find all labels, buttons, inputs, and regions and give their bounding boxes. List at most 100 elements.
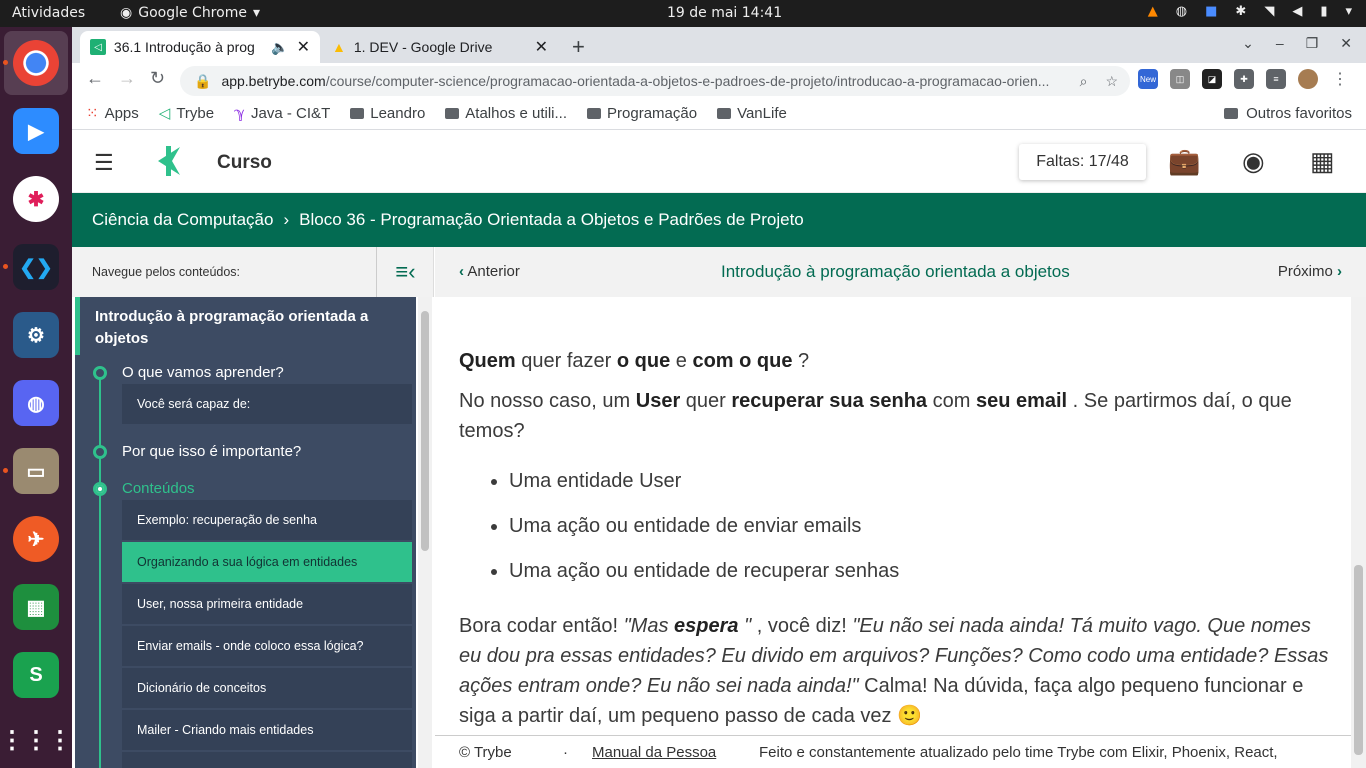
other-bookmarks[interactable]: Outros favoritos bbox=[1224, 105, 1352, 122]
battery-icon[interactable]: ▮ bbox=[1320, 4, 1327, 19]
folder-icon bbox=[587, 107, 602, 119]
close-window-icon[interactable]: ✕ bbox=[1340, 35, 1352, 52]
bookmark-trybe[interactable]: ◁ Trybe bbox=[159, 104, 214, 123]
address-bar[interactable]: 🔒 app.betrybe.com/course/computer-scienc… bbox=[180, 66, 1130, 96]
slack-dock-icon[interactable]: ✱ bbox=[13, 176, 59, 222]
sidebar-section-conteudos[interactable]: Conteúdos bbox=[122, 480, 195, 497]
sidebar-item[interactable]: Você será capaz de: bbox=[122, 384, 412, 424]
breadcrumb-block-36[interactable]: Bloco 36 - Programação Orientada a Objet… bbox=[299, 210, 804, 230]
forward-icon[interactable]: → bbox=[118, 68, 136, 89]
tab-search-icon[interactable]: ⌄ bbox=[1242, 35, 1254, 52]
apps-grid-icon[interactable]: ▦ bbox=[1310, 146, 1335, 177]
discord-dock-icon[interactable]: ◍ bbox=[13, 380, 59, 426]
sidebar-item-partial[interactable] bbox=[122, 752, 412, 768]
system-tray[interactable]: ▲ ◍ ■ ✱ ◥ ◀ ▮ ▾ bbox=[1148, 4, 1352, 19]
discord-tray-icon[interactable]: ◍ bbox=[1176, 4, 1187, 19]
url-path: /course/computer-science/programacao-ori… bbox=[325, 73, 1050, 89]
next-button[interactable]: Próximo › bbox=[1278, 263, 1342, 280]
mysql-workbench-dock-icon[interactable]: ⚙ bbox=[13, 312, 59, 358]
close-tab-icon[interactable]: ✕ bbox=[297, 37, 310, 57]
breadcrumb-computer-science[interactable]: Ciência da Computação bbox=[92, 210, 273, 230]
manual-link[interactable]: Manual da Pessoa bbox=[592, 744, 759, 761]
tab-google-drive[interactable]: ▲ 1. DEV - Google Drive ✕ bbox=[322, 31, 558, 63]
new-extension-icon[interactable]: New bbox=[1138, 69, 1158, 89]
avatar[interactable] bbox=[1298, 69, 1318, 89]
app-header: ☰ Curso Faltas: 17/48 💼 ◉ ▦ bbox=[72, 130, 1366, 193]
briefcase-icon[interactable]: 💼 bbox=[1168, 146, 1200, 177]
bookmark-folder-leandro[interactable]: Leandro bbox=[350, 105, 425, 122]
scrollbar-thumb[interactable] bbox=[421, 311, 429, 551]
close-tab-icon[interactable]: ✕ bbox=[535, 37, 548, 57]
wifi-icon[interactable]: ◥ bbox=[1264, 4, 1274, 19]
chrome-dock-icon[interactable] bbox=[13, 40, 59, 86]
list-item: Uma ação ou entidade de enviar emails bbox=[509, 511, 899, 541]
menu-icon[interactable]: ⋮ bbox=[1330, 69, 1350, 89]
sidebar-scrollbar[interactable] bbox=[418, 297, 432, 768]
module-title[interactable]: Introdução à programação orientada a obj… bbox=[75, 297, 416, 355]
bookmark-folder-vanlife[interactable]: VanLife bbox=[717, 105, 787, 122]
google-drive-favicon-icon: ▲ bbox=[332, 39, 346, 55]
sidebar-item[interactable]: Enviar emails - onde coloco essa lógica? bbox=[122, 626, 412, 666]
bookmark-folder-programacao[interactable]: Programação bbox=[587, 105, 697, 122]
apps-grid-icon: ⁙ bbox=[86, 105, 99, 122]
reload-icon[interactable]: ↻ bbox=[150, 68, 165, 89]
chevron-right-icon: › bbox=[283, 210, 290, 229]
extension-icon[interactable]: ◫ bbox=[1170, 69, 1190, 89]
vlc-icon[interactable]: ▲ bbox=[1148, 4, 1158, 19]
trybe-logo[interactable] bbox=[150, 143, 186, 179]
clock[interactable]: 19 de mai 14:41 bbox=[667, 5, 782, 21]
faltas-badge[interactable]: Faltas: 17/48 bbox=[1019, 144, 1146, 180]
slack-tray-icon[interactable]: ✱ bbox=[1235, 4, 1246, 19]
account-icon[interactable]: ◉ bbox=[1242, 146, 1265, 177]
bookmark-java-cit[interactable]: ℽ Java - CI&T bbox=[234, 104, 330, 123]
zoom-tray-icon[interactable]: ■ bbox=[1205, 4, 1217, 19]
footer: © Trybe · Manual da Pessoa Feito e const… bbox=[435, 735, 1351, 768]
trybe-favicon-icon: ◁ bbox=[90, 39, 106, 55]
bookmark-apps[interactable]: ⁙ Apps bbox=[86, 104, 139, 123]
sidebar-item[interactable]: Exemplo: recuperação de senha bbox=[122, 500, 412, 540]
reading-list-icon[interactable]: ≡ bbox=[1266, 69, 1286, 89]
sidebar-section-importante[interactable]: Por que isso é importante? bbox=[122, 443, 301, 460]
minimize-icon[interactable]: – bbox=[1276, 35, 1284, 52]
show-apps-icon[interactable]: ⋮⋮⋮ bbox=[0, 717, 72, 763]
extension-icon[interactable]: ◪ bbox=[1202, 69, 1222, 89]
running-indicator bbox=[3, 264, 8, 269]
sheets-dock-icon[interactable]: S bbox=[13, 652, 59, 698]
zoom-icon[interactable]: ⌕ bbox=[1080, 73, 1088, 90]
chevron-left-icon: ‹ bbox=[459, 263, 464, 280]
volume-icon[interactable]: ◀ bbox=[1292, 4, 1302, 19]
collapse-sidebar-icon[interactable]: ≡‹ bbox=[376, 247, 434, 297]
chrome-icon: ◉ bbox=[120, 5, 133, 21]
window-controls: ⌄ – ❐ ✕ bbox=[1242, 35, 1352, 52]
content-scrollbar[interactable] bbox=[1351, 297, 1366, 768]
entity-list: Uma entidade User Uma ação ou entidade d… bbox=[509, 466, 899, 601]
sidebar-item-current[interactable]: Organizando a sua lógica em entidades bbox=[122, 542, 412, 582]
sidebar-section-aprender[interactable]: O que vamos aprender? bbox=[122, 364, 284, 381]
activities-button[interactable]: Atividades bbox=[12, 5, 85, 21]
files-dock-icon[interactable]: ▭ bbox=[13, 448, 59, 494]
speaker-icon[interactable]: 🔈 bbox=[271, 39, 288, 56]
vscode-dock-icon[interactable]: ❮❯ bbox=[13, 244, 59, 290]
tab-title: 36.1 Introdução à prog bbox=[113, 39, 255, 55]
chevron-down-icon[interactable]: ▾ bbox=[1345, 4, 1352, 19]
url-host: app.betrybe.com bbox=[221, 73, 326, 89]
sidebar-item[interactable]: Dicionário de conceitos bbox=[122, 668, 412, 708]
libreoffice-calc-dock-icon[interactable]: ▦ bbox=[13, 584, 59, 630]
sidebar-item[interactable]: Mailer - Criando mais entidades bbox=[122, 710, 412, 750]
back-icon[interactable]: ← bbox=[86, 68, 104, 89]
new-tab-button[interactable]: + bbox=[572, 34, 585, 60]
sidebar-item[interactable]: User, nossa primeira entidade bbox=[122, 584, 412, 624]
restore-icon[interactable]: ❐ bbox=[1306, 35, 1319, 52]
tab-trybe[interactable]: ◁ 36.1 Introdução à prog 🔈 ✕ bbox=[80, 31, 320, 63]
previous-button[interactable]: ‹ Anterior bbox=[459, 263, 520, 280]
hamburger-menu-icon[interactable]: ☰ bbox=[94, 150, 120, 176]
lesson-content: Quem quer fazer o que e com o que ? No n… bbox=[435, 297, 1351, 735]
bookmark-star-icon[interactable]: ☆ bbox=[1105, 73, 1118, 90]
dock: ▶ ✱ ❮❯ ⚙ ◍ ▭ ✈ ▦ S ⋮⋮⋮ bbox=[0, 27, 72, 768]
bookmark-folder-atalhos[interactable]: Atalhos e utili... bbox=[445, 105, 567, 122]
scrollbar-thumb[interactable] bbox=[1354, 565, 1363, 755]
app-menu[interactable]: ◉ Google Chrome ▾ bbox=[120, 5, 260, 21]
postman-dock-icon[interactable]: ✈ bbox=[13, 516, 59, 562]
puzzle-icon[interactable]: ✚ bbox=[1234, 69, 1254, 89]
zoom-dock-icon[interactable]: ▶ bbox=[13, 108, 59, 154]
